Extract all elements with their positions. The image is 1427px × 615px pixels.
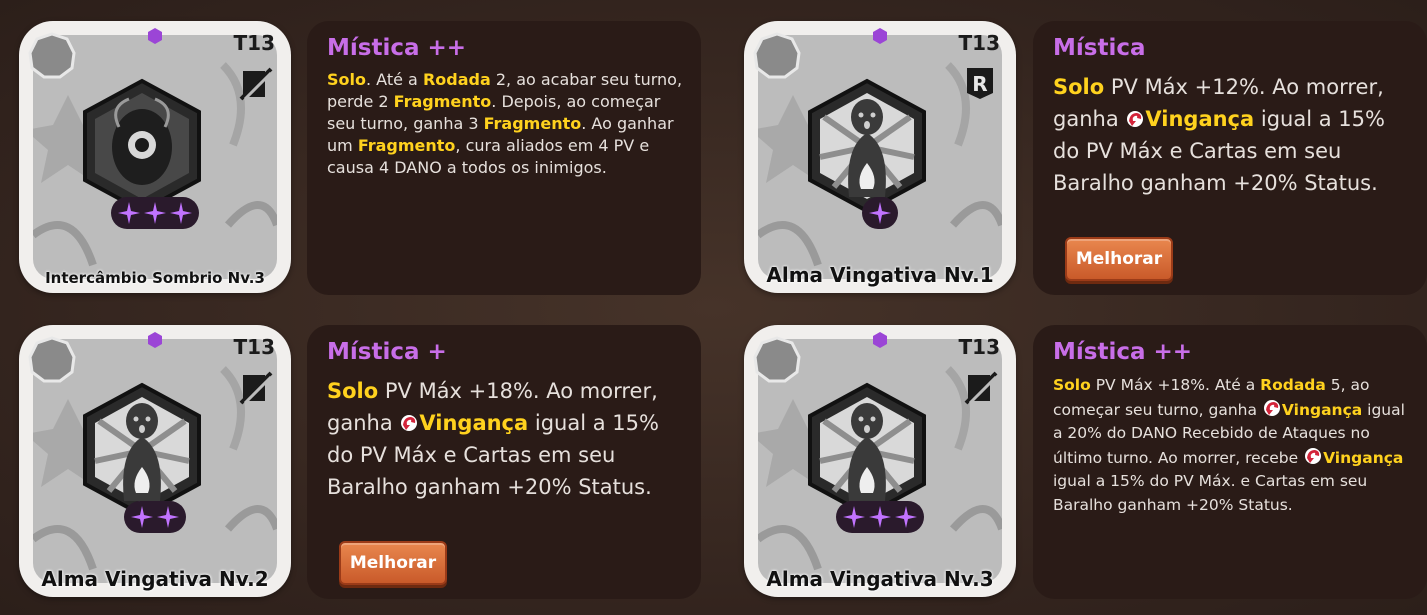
- slashed-card-icon: [964, 371, 998, 405]
- rarity-gem-icon: [148, 332, 162, 348]
- keyword-highlight: Vingança: [1281, 400, 1363, 419]
- tier-label: T13: [958, 31, 1000, 55]
- keyword-highlight: Rodada: [1260, 376, 1326, 394]
- card-description: Solo PV Máx +18%. Até a Rodada 5, ao com…: [1053, 374, 1411, 517]
- skill-card-intercambio-sombrio[interactable]: T13 Intercâmbio Sombrio Nv.3: [19, 21, 291, 293]
- description-text: igual a 15% do PV Máx. e Cartas em seu B…: [1053, 472, 1368, 514]
- card-description: Solo PV Máx +12%. Ao morrer, ganha Vinga…: [1053, 71, 1411, 199]
- coin-slot-icon: [753, 336, 801, 383]
- tier-label: T13: [958, 335, 1000, 359]
- skill-card-alma-vingativa-3[interactable]: T13 Alma Vingativa Nv.3: [744, 325, 1016, 597]
- keyword-highlight: Solo: [1053, 75, 1105, 99]
- description-text: . Até a: [366, 70, 423, 89]
- keyword-highlight: Vingança: [1145, 107, 1255, 131]
- card-description: Solo. Até a Rodada 2, ao acabar seu turn…: [327, 69, 685, 179]
- card-name: Alma Vingativa Nv.3: [766, 567, 994, 591]
- keyword-highlight: Fragmento: [483, 114, 582, 133]
- keyword-highlight: Vingança: [1323, 448, 1404, 467]
- description-panel: Mística Solo PV Máx +12%. Ao morrer, gan…: [1033, 21, 1427, 295]
- card-name: Alma Vingativa Nv.1: [766, 263, 994, 287]
- keyword-highlight: Fragmento: [357, 136, 456, 155]
- description-panel: Mística ++ Solo PV Máx +18%. Até a Rodad…: [1033, 325, 1427, 599]
- star-level: [836, 501, 924, 533]
- tier-label: T13: [233, 335, 275, 359]
- description-text: PV Máx +18%. Até a: [1090, 376, 1261, 394]
- rarity-title: Mística ++: [327, 35, 467, 61]
- coin-slot-icon: [28, 32, 76, 79]
- star-icon: [843, 506, 865, 528]
- vengeful-soul-emblem: [83, 382, 201, 518]
- svg-text:R: R: [972, 72, 987, 96]
- coin-slot-icon: [753, 32, 801, 79]
- upgrade-button[interactable]: Melhorar: [1065, 237, 1173, 281]
- star-icon: [144, 202, 166, 224]
- vengeance-icon: [1263, 399, 1280, 416]
- upgrade-button[interactable]: Melhorar: [339, 541, 447, 585]
- card-name: Alma Vingativa Nv.2: [41, 567, 269, 591]
- keyword-highlight: Solo: [327, 70, 366, 89]
- rarity-title: Mística +: [327, 339, 447, 365]
- relic-r-icon: R: [967, 68, 993, 99]
- star-icon: [869, 506, 891, 528]
- vengeance-icon: [1305, 447, 1322, 464]
- rarity-gem-icon: [148, 28, 162, 44]
- star-icon: [869, 202, 891, 224]
- star-icon: [157, 506, 179, 528]
- star-level: [862, 197, 898, 229]
- vengeful-soul-emblem: [808, 78, 926, 214]
- keyword-highlight: Vingança: [419, 411, 529, 435]
- slashed-card-icon: [239, 67, 273, 101]
- vengeance-icon: [1127, 111, 1144, 127]
- vengeful-soul-emblem: [808, 382, 926, 518]
- keyword-highlight: Solo: [1053, 376, 1091, 394]
- skill-card-alma-vingativa-1[interactable]: T13 R Alma Vingativa Nv.1: [744, 21, 1016, 293]
- star-icon: [170, 202, 192, 224]
- rarity-gem-icon: [873, 332, 887, 348]
- skill-card-alma-vingativa-2[interactable]: T13 Alma Vingativa Nv.2: [19, 325, 291, 597]
- card-description: Solo PV Máx +18%. Ao morrer, ganha Vinga…: [327, 375, 685, 503]
- rarity-gem-icon: [873, 28, 887, 44]
- keyword-highlight: Solo: [327, 379, 379, 403]
- star-icon: [118, 202, 140, 224]
- description-panel: Mística ++ Solo. Até a Rodada 2, ao acab…: [307, 21, 701, 295]
- dark-eye-swirl-emblem: [83, 78, 201, 214]
- slashed-card-icon: [239, 371, 273, 405]
- star-level: [124, 501, 186, 533]
- coin-slot-icon: [28, 336, 76, 383]
- rarity-title: Mística: [1053, 35, 1146, 61]
- star-icon: [131, 506, 153, 528]
- description-panel: Mística + Solo PV Máx +18%. Ao morrer, g…: [307, 325, 701, 599]
- rarity-title: Mística ++: [1053, 339, 1193, 365]
- star-icon: [895, 506, 917, 528]
- vengeance-icon: [401, 415, 418, 431]
- tier-label: T13: [233, 31, 275, 55]
- card-name: Intercâmbio Sombrio Nv.3: [45, 269, 265, 287]
- keyword-highlight: Fragmento: [393, 92, 492, 111]
- star-level: [111, 197, 199, 229]
- keyword-highlight: Rodada: [422, 70, 491, 89]
